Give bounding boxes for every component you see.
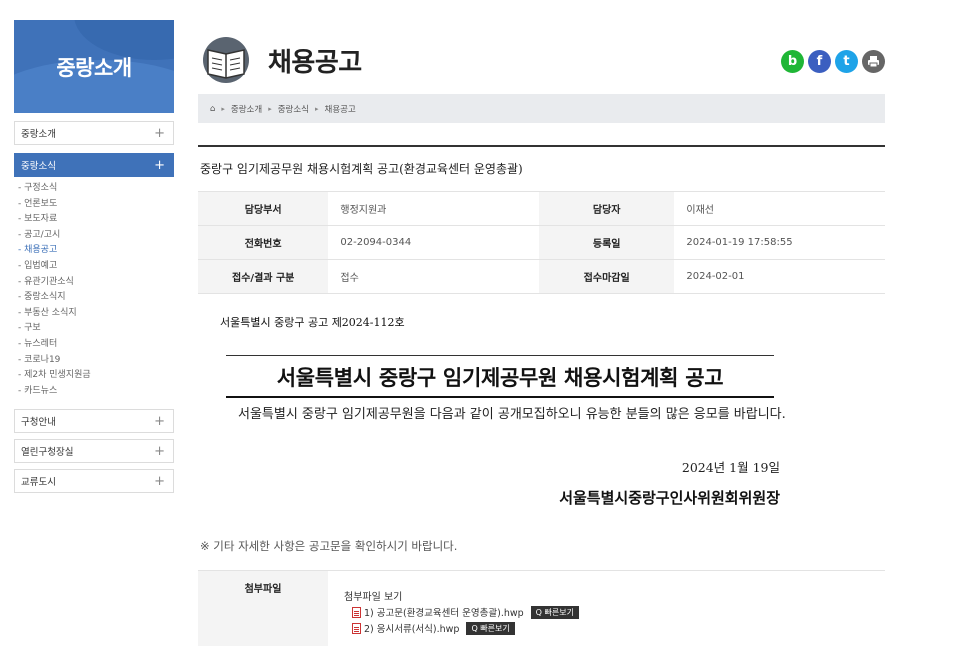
submenu-item[interactable]: - 구정소식 (18, 181, 174, 197)
blog-icon[interactable]: b (781, 50, 804, 73)
twitter-icon[interactable]: t (835, 50, 858, 73)
table-row: 접수/결과 구분 접수 접수마감일 2024-02-01 (198, 259, 885, 294)
submenu-item[interactable]: - 구보 (18, 321, 174, 337)
plus-icon: + (154, 473, 165, 489)
sidebar-item-label: 중랑소식 (21, 161, 56, 172)
book-icon (203, 37, 249, 83)
cell-label: 담당부서 (198, 191, 329, 226)
cell-label: 전화번호 (198, 225, 329, 260)
breadcrumb-item-current: 채용공고 (324, 104, 356, 115)
submenu-item[interactable]: - 카드뉴스 (18, 384, 174, 400)
plus-icon: + (154, 413, 165, 429)
notice-number: 서울특별시 중랑구 공고 제2024-112호 (220, 316, 405, 329)
cell-label: 접수마감일 (538, 259, 675, 294)
post-info-table: 담당부서 행정지원과 담당자 이재선 전화번호 02-2094-0344 등록일… (198, 191, 885, 294)
submenu-item[interactable]: - 부동산 소식지 (18, 306, 174, 322)
submenu-item[interactable]: - 유관기관소식 (18, 275, 174, 291)
attachment-link[interactable]: 2) 응시서류(서식).hwp (364, 621, 459, 635)
breadcrumb-item[interactable]: 중랑소식 (278, 103, 309, 115)
cell-value: 접수 (328, 259, 539, 294)
submenu-item[interactable]: - 입법예고 (18, 259, 174, 275)
attachment-link[interactable]: 1) 공고문(환경교육센터 운영총괄).hwp (364, 605, 524, 619)
share-icons: b f t (781, 50, 885, 73)
print-icon[interactable] (862, 50, 885, 73)
quick-view-button[interactable]: Q 빠른보기 (530, 605, 579, 619)
sidebar-item-news[interactable]: 중랑소식 + (14, 153, 174, 177)
notice-title: 서울특별시 중랑구 임기제공무원 채용시험계획 공고 (276, 366, 724, 390)
cell-label: 담당자 (538, 191, 675, 226)
plus-icon: + (154, 125, 165, 141)
chevron-right-icon: ▸ (221, 104, 225, 113)
divider (198, 145, 885, 147)
submenu-item-current[interactable]: - 채용공고 (18, 243, 174, 259)
submenu-item[interactable]: - 코로나19 (18, 353, 174, 369)
submenu-item[interactable]: - 뉴스레터 (18, 337, 174, 353)
table-row: 담당부서 행정지원과 담당자 이재선 (198, 191, 885, 226)
attachment-list: 첨부파일 보기 1) 공고문(환경교육센터 운영총괄).hwp Q 빠른보기 2… (344, 588, 579, 635)
sidebar-submenu: - 구정소식 - 언론보도 - 보도자료 - 공고/고시 - 채용공고 - 입법… (14, 177, 174, 403)
breadcrumb-item[interactable]: 중랑소개 (231, 103, 262, 115)
sidebar: 중랑소개 중랑소개 + 중랑소식 + - 구정소식 - 언론보도 - 보도자료 … (14, 20, 174, 494)
cell-value: 2024-02-01 (674, 259, 885, 294)
sidebar-item-open-mayor-office[interactable]: 열린구청장실 + (14, 439, 174, 464)
sidebar-item-label: 교류도시 (21, 477, 56, 489)
sidebar-item-label: 열린구청장실 (21, 447, 74, 459)
sidebar-banner: 중랑소개 (14, 20, 174, 113)
notice-signature: 서울특별시중랑구인사위원회위원장 (559, 489, 780, 507)
chevron-right-icon: ▸ (315, 104, 319, 113)
cell-value: 행정지원과 (328, 191, 539, 226)
sidebar-item-office-guide[interactable]: 구청안내 + (14, 409, 174, 434)
plus-icon: + (154, 157, 165, 173)
submenu-item[interactable]: - 공고/고시 (18, 228, 174, 244)
info-note: ※ 기타 자세한 사항은 공고문을 확인하시기 바랍니다. (200, 539, 458, 553)
main-content: 채용공고 b f t ⌂ ▸ 중랑소개 ▸ 중랑소식 ▸ 채용공고 중랑구 임기… (198, 20, 885, 646)
cell-value: 2024-01-19 17:58:55 (674, 225, 885, 260)
cell-value: 이재선 (674, 191, 885, 226)
divider (226, 396, 774, 398)
submenu-item[interactable]: - 제2차 민생지원금 (18, 368, 174, 384)
attachment-view-label: 첨부파일 보기 (344, 592, 403, 603)
sidebar-item-sister-cities[interactable]: 교류도시 + (14, 469, 174, 494)
table-row: 전화번호 02-2094-0344 등록일 2024-01-19 17:58:5… (198, 225, 885, 260)
facebook-icon[interactable]: f (808, 50, 831, 73)
notice-body: 서울특별시 중랑구 임기제공무원을 다음과 같이 공개모집하오니 유능한 분들의… (238, 407, 786, 422)
sidebar-item-label: 구청안내 (21, 417, 56, 429)
quick-view-button[interactable]: Q 빠른보기 (466, 621, 515, 635)
notice-date: 2024년 1월 19일 (681, 460, 780, 475)
cell-value: 02-2094-0344 (328, 225, 539, 260)
submenu-item[interactable]: - 언론보도 (18, 197, 174, 213)
attachment-item: 1) 공고문(환경교육센터 운영총괄).hwp Q 빠른보기 (352, 605, 579, 619)
plus-icon: + (154, 443, 165, 459)
hwp-file-icon (352, 622, 361, 634)
attachment-label: 첨부파일 (198, 571, 328, 646)
post-title: 중랑구 임기제공무원 채용시험계획 공고(환경교육센터 운영총괄) (200, 162, 523, 176)
attachment-item: 2) 응시서류(서식).hwp Q 빠른보기 (352, 621, 579, 635)
submenu-item[interactable]: - 보도자료 (18, 212, 174, 228)
home-icon[interactable]: ⌂ (210, 104, 215, 114)
hwp-file-icon (352, 606, 361, 618)
sidebar-item-jungnang-intro[interactable]: 중랑소개 + (14, 121, 174, 145)
page-title: 채용공고 (268, 48, 362, 78)
chevron-right-icon: ▸ (268, 104, 272, 113)
page-header: 채용공고 b f t (198, 20, 885, 92)
divider (226, 355, 774, 356)
breadcrumb: ⌂ ▸ 중랑소개 ▸ 중랑소식 ▸ 채용공고 (198, 94, 885, 123)
sidebar-item-label: 중랑소개 (21, 129, 56, 140)
cell-label: 접수/결과 구분 (198, 259, 329, 294)
submenu-item[interactable]: - 중랑소식지 (18, 290, 174, 306)
sidebar-title: 중랑소개 (56, 55, 132, 80)
cell-label: 등록일 (538, 225, 675, 260)
